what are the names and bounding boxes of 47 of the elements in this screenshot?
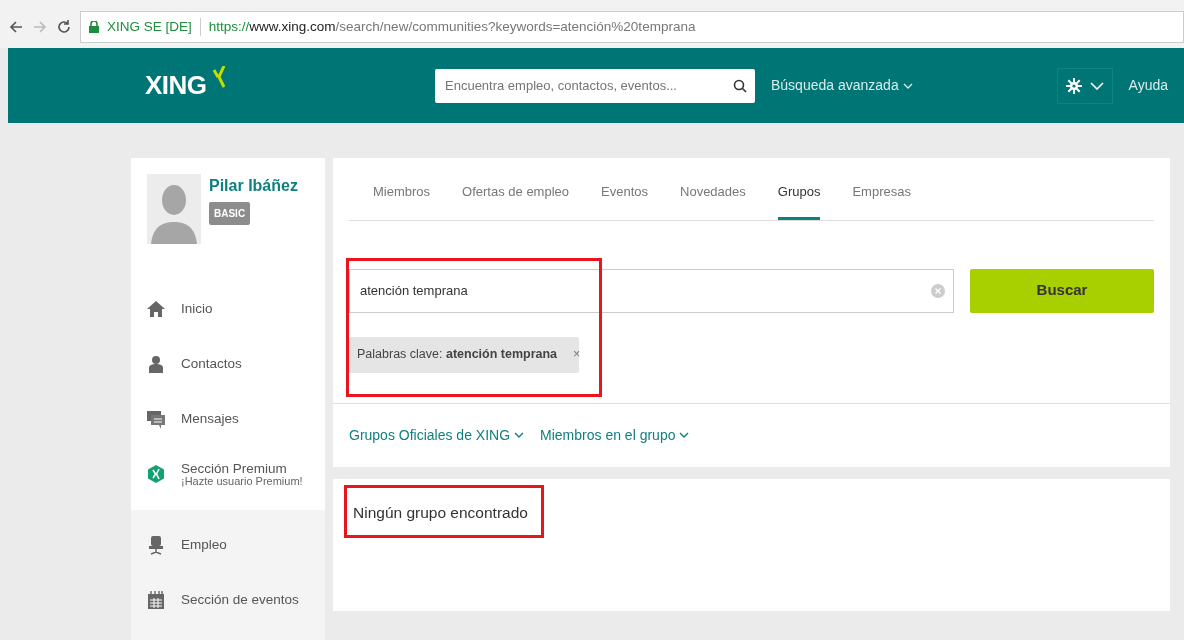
site-label: XING SE [DE] xyxy=(107,17,192,36)
sidebar-item-subtitle: ¡Hazte usuario Premium! xyxy=(181,476,303,488)
tab[interactable]: Grupos xyxy=(777,182,821,220)
filter-dropdown[interactable]: Grupos Oficiales de XING xyxy=(349,424,525,446)
lock-icon xyxy=(89,21,99,33)
filter-tag-text: Palabras clave: atención temprana xyxy=(357,346,558,364)
logo-text[interactable]: XING xyxy=(145,66,207,105)
speech-bubbles-icon xyxy=(147,410,165,429)
help-link[interactable]: Ayuda xyxy=(1128,75,1168,96)
sidebar-item[interactable]: Inicio xyxy=(131,282,325,337)
search-field[interactable]: Encuentra empleo, contactos, eventos... xyxy=(435,68,755,103)
tab[interactable]: Eventos xyxy=(601,182,648,220)
office-chair-icon xyxy=(147,536,165,555)
tab[interactable]: Ofertas de empleo xyxy=(462,182,570,220)
sidebar-item[interactable]: Sección de eventos xyxy=(131,573,325,628)
hexagon-icon xyxy=(147,465,165,484)
chevron-down-icon xyxy=(1089,81,1104,90)
tab[interactable]: Novedades xyxy=(680,182,746,220)
chevron-down-icon xyxy=(514,432,525,438)
settings-icon xyxy=(1065,77,1082,94)
person-icon xyxy=(147,355,165,374)
tab[interactable]: Empresas xyxy=(852,182,911,220)
calendar-icon xyxy=(147,591,165,610)
clear-icon xyxy=(931,283,945,298)
sidebar-item[interactable]: Empleo xyxy=(131,518,325,573)
avatar-silhouette xyxy=(147,174,201,244)
advanced-search-link[interactable]: Búsqueda avanzada xyxy=(771,75,913,96)
settings-button[interactable] xyxy=(1056,67,1113,104)
back-icon[interactable] xyxy=(8,19,24,35)
search-button[interactable]: Buscar xyxy=(970,268,1154,313)
search-icon xyxy=(733,78,747,93)
address-url[interactable]: https://www.xing.com/search/new/communities?keywords=atención%20temprana xyxy=(208,16,696,38)
logo-mark-icon xyxy=(211,66,226,90)
empty-results-message: Ningún grupo encontrado xyxy=(353,503,528,521)
house-icon xyxy=(147,300,165,319)
chevron-down-icon xyxy=(679,432,690,438)
remove-button[interactable]: × xyxy=(573,345,581,364)
filter-dropdown[interactable]: Miembros en el grupo xyxy=(540,424,690,446)
search-input[interactable]: Encuentra empleo, contactos, eventos... xyxy=(443,74,733,97)
profile-name[interactable]: Pilar Ibáñez xyxy=(209,174,298,198)
tab[interactable]: Miembros xyxy=(373,182,431,220)
chevron-down-icon xyxy=(902,82,913,89)
sidebar-item[interactable]: Contactos xyxy=(131,337,325,392)
membership-badge: BASIC xyxy=(209,202,251,225)
sidebar-item-label: Sección Premium xyxy=(181,461,288,477)
reload-icon[interactable] xyxy=(56,19,72,35)
sidebar-item[interactable]: Mensajes xyxy=(131,392,325,447)
